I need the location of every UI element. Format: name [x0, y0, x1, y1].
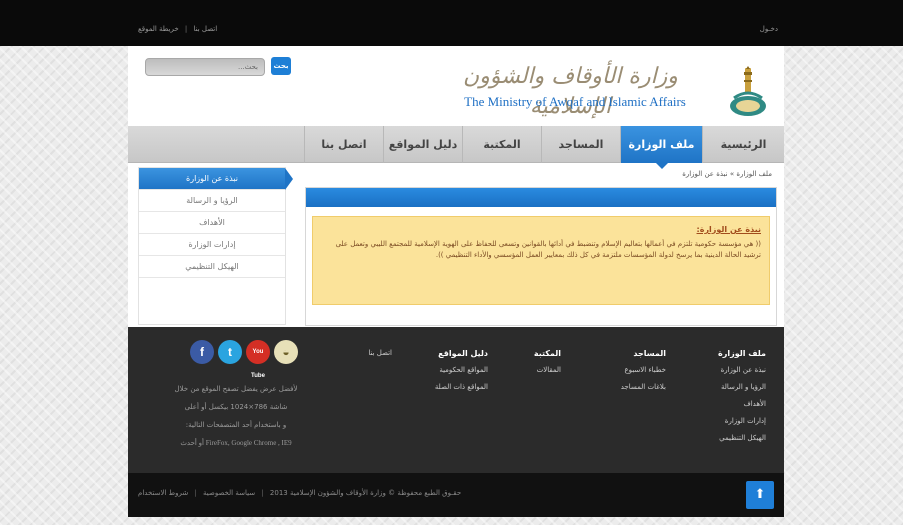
logo-english-text: The Ministry of Awqaf and Islamic Affair…: [464, 94, 686, 109]
footer-link[interactable]: إدارات الوزارة: [696, 417, 766, 425]
ministry-logo-icon[interactable]: [726, 66, 770, 118]
browser-note-line: و باستخدام أحد المتصفحات التالية:: [185, 421, 287, 429]
nav-item-site-directory[interactable]: دليل المواقع: [383, 126, 462, 163]
nav-item-library[interactable]: المكتبة: [462, 126, 541, 163]
browser-note: لأفضل عرض يفضل تصفح الموقع من خلال شاشة …: [166, 380, 306, 452]
breadcrumb-parent[interactable]: ملف الوزارة: [736, 170, 772, 178]
nav-item-ministry-profile[interactable]: ملف الوزارة: [620, 126, 702, 169]
footer-link[interactable]: الهيكل التنظيمي: [696, 434, 766, 442]
footer-link[interactable]: اتصل بنا: [342, 349, 392, 357]
browser-note-line: لأفضل عرض يفضل تصفح الموقع من خلال: [174, 385, 298, 393]
nav-item-home[interactable]: الرئيسية: [702, 126, 784, 163]
footer-link[interactable]: المقالات: [511, 366, 561, 374]
sidebar-item-goals[interactable]: الأهداف: [139, 212, 285, 234]
search-button[interactable]: بحث: [271, 57, 291, 75]
breadcrumb-arrow: »: [729, 170, 735, 178]
privacy-link[interactable]: سياسة الخصوصية: [203, 489, 255, 497]
browser-note-line: FireFox, Google Chrome , IE9 أو أحدث: [180, 439, 292, 447]
footer-column-mosques: المساجد خطباء الاسبوع بلاغات المساجد: [596, 349, 666, 400]
footer-link[interactable]: الرؤيا و الرسالة: [696, 383, 766, 391]
footer-column-library: المكتبة المقالات: [511, 349, 561, 383]
browser-note-line: شاشة 786×1024 بيكسل أو أعلى: [184, 403, 288, 411]
footer-link[interactable]: بلاغات المساجد: [596, 383, 666, 391]
bottom-bar: حقـوق الطبع محفوظة © وزارة الأوقاف والشؤ…: [128, 473, 784, 517]
breadcrumb: ملف الوزارة » نبذة عن الوزارة: [682, 170, 772, 178]
footer-link[interactable]: المواقع الحكومية: [398, 366, 488, 374]
nav-item-mosques[interactable]: المساجد: [541, 126, 620, 163]
copyright-text: حقـوق الطبع محفوظة © وزارة الأوقاف والشؤ…: [269, 489, 462, 497]
footer-heading[interactable]: دليل المواقع: [398, 349, 488, 358]
footer-heading[interactable]: ملف الوزارة: [696, 349, 766, 358]
footer-heading[interactable]: المساجد: [596, 349, 666, 358]
sidebar-item-org-structure[interactable]: الهيكل التنظيمي: [139, 256, 285, 278]
social-share-icon[interactable]: ◒: [274, 340, 298, 364]
content-panel: نبذة عن الوزارة: (( هي مؤسسة حكومية تلتز…: [305, 187, 777, 326]
page-container: بحث... بحث وزارة الأوقاف والشؤون الإسلام…: [128, 46, 784, 517]
sidebar-item-about[interactable]: نبذة عن الوزارة: [139, 168, 293, 190]
breadcrumb-current: نبذة عن الوزارة: [682, 170, 728, 178]
login-link[interactable]: دخـول: [760, 25, 778, 33]
footer-column-ministry: ملف الوزارة نبذة عن الوزارة الرؤيا و الر…: [696, 349, 766, 451]
footer-link[interactable]: نبذة عن الوزارة: [696, 366, 766, 374]
bottom-separator: |: [194, 489, 197, 497]
logo-arabic-text: وزارة الأوقاف والشؤون الإسلامية: [463, 64, 678, 119]
content-heading: نبذة عن الوزارة:: [696, 225, 761, 234]
facebook-icon[interactable]: f: [190, 340, 214, 364]
content-header-bar: [306, 188, 776, 207]
terms-link[interactable]: شروط الاستخدام: [138, 489, 188, 497]
sitemap-link[interactable]: خريطة الموقع: [138, 25, 179, 33]
content-box: نبذة عن الوزارة: (( هي مؤسسة حكومية تلتز…: [312, 216, 770, 305]
contact-link[interactable]: اتصل بنا: [194, 25, 218, 33]
sidebar-item-departments[interactable]: إدارات الوزارة: [139, 234, 285, 256]
content-body: (( هي مؤسسة حكومية تلتزم في أعمالها بتعا…: [335, 240, 761, 259]
nav-item-contact[interactable]: اتصل بنا: [304, 126, 383, 163]
footer-heading[interactable]: المكتبة: [511, 349, 561, 358]
footer: ملف الوزارة نبذة عن الوزارة الرؤيا و الر…: [128, 327, 784, 473]
scroll-to-top-icon[interactable]: ⬆: [746, 481, 774, 509]
sidebar-item-vision[interactable]: الرؤيا و الرسالة: [139, 190, 285, 212]
footer-column-contact: اتصل بنا: [342, 349, 392, 366]
social-links: f t You Tube ◒: [190, 340, 306, 379]
footer-link[interactable]: الأهداف: [696, 400, 766, 408]
search-input[interactable]: بحث...: [145, 58, 265, 76]
sidebar: نبذة عن الوزارة الرؤيا و الرسالة الأهداف…: [138, 167, 293, 325]
top-bar-inner: اتصل بنا | خريطة الموقع دخـول: [128, 0, 784, 46]
bottom-separator: |: [261, 489, 264, 497]
top-bar: اتصل بنا | خريطة الموقع دخـول: [0, 0, 903, 46]
main-nav: الرئيسية ملف الوزارة المساجد المكتبة دلي…: [128, 126, 784, 169]
top-links: اتصل بنا | خريطة الموقع: [138, 25, 217, 33]
youtube-icon[interactable]: You Tube: [246, 340, 270, 379]
copyright-bar: حقـوق الطبع محفوظة © وزارة الأوقاف والشؤ…: [138, 489, 518, 497]
footer-link[interactable]: المواقع ذات الصلة: [398, 383, 488, 391]
footer-column-directory: دليل المواقع المواقع الحكومية المواقع ذا…: [398, 349, 488, 400]
twitter-icon[interactable]: t: [218, 340, 242, 364]
footer-link[interactable]: خطباء الاسبوع: [596, 366, 666, 374]
top-links-separator: |: [184, 25, 188, 33]
